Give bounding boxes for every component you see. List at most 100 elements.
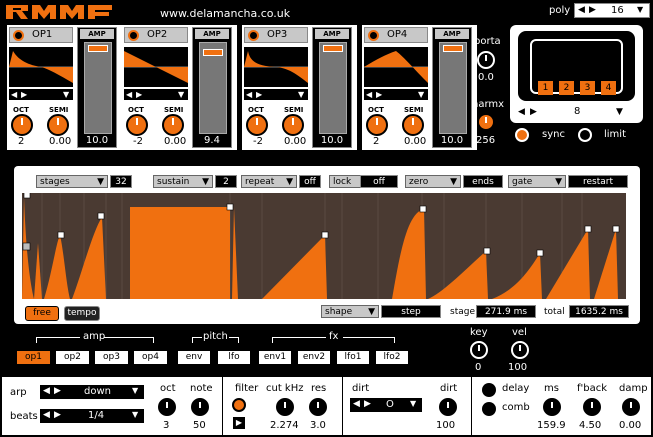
op-header[interactable]: OP2 <box>124 27 188 43</box>
fback-knob[interactable] <box>583 398 601 416</box>
op-enable-toggle[interactable] <box>13 30 24 41</box>
chevron-down-icon[interactable]: ▼ <box>132 386 138 395</box>
amp-slider-thumb[interactable] <box>203 49 223 56</box>
filter-toggle[interactable] <box>232 398 246 412</box>
stage-value[interactable]: 271.9 ms <box>476 305 536 318</box>
amp-button-op1[interactable]: op1 <box>16 350 51 365</box>
prev-icon[interactable]: ◀ <box>246 89 252 100</box>
zero-select[interactable]: zero ▼ <box>405 175 461 188</box>
ms-knob[interactable] <box>543 398 561 416</box>
key-knob[interactable] <box>470 341 488 359</box>
delay-toggle[interactable] <box>482 383 496 397</box>
gate-value[interactable]: restart <box>568 175 628 188</box>
op-waveform-select[interactable]: ◀ ▶ ▼ <box>364 89 428 100</box>
vel-knob[interactable] <box>511 341 529 359</box>
amp-slider[interactable]: AMP 10.0 <box>312 27 352 148</box>
fx-button-lfo1[interactable]: lfo1 <box>336 350 370 365</box>
fx-button-env2[interactable]: env2 <box>297 350 331 365</box>
oct-knob[interactable] <box>11 114 33 136</box>
beats-select[interactable]: ◀ ▶ 1/4 ▼ <box>40 409 144 423</box>
semi-knob[interactable] <box>402 114 424 136</box>
op-waveform-select[interactable]: ◀ ▶ ▼ <box>9 89 73 100</box>
amp-slider-thumb[interactable] <box>88 45 108 52</box>
limit-toggle[interactable] <box>578 128 592 142</box>
poly-next-icon[interactable]: ▶ <box>589 5 596 15</box>
chevron-down-icon[interactable]: ▼ <box>298 89 304 100</box>
op-enable-toggle[interactable] <box>128 30 139 41</box>
lock-value[interactable]: off <box>360 175 398 188</box>
oct-knob[interactable] <box>158 398 176 416</box>
amp-button-op2[interactable]: op2 <box>55 350 90 365</box>
dirt-knob[interactable] <box>439 398 457 416</box>
op-waveform-select[interactable]: ◀ ▶ ▼ <box>124 89 188 100</box>
beats-next-icon[interactable]: ▶ <box>54 410 61 420</box>
total-value[interactable]: 1635.2 ms <box>569 305 629 318</box>
gate-select[interactable]: gate ▼ <box>508 175 566 188</box>
amp-slider[interactable]: AMP 10.0 <box>77 27 117 148</box>
op-enable-toggle[interactable] <box>368 30 379 41</box>
display-button-2[interactable]: 2 <box>559 81 574 95</box>
zero-value[interactable]: ends <box>463 175 503 188</box>
repeat-value[interactable]: off <box>299 175 321 188</box>
free-button[interactable]: free <box>25 306 59 321</box>
tempo-button[interactable]: tempo <box>64 306 100 321</box>
op-header[interactable]: OP3 <box>244 27 308 43</box>
sustain-select[interactable]: sustain ▼ <box>153 175 213 188</box>
envelope-graph[interactable] <box>22 193 626 299</box>
amp-button-op4[interactable]: op4 <box>133 350 168 365</box>
next-icon[interactable]: ▶ <box>136 89 142 100</box>
chevron-down-icon[interactable]: ▼ <box>410 399 416 408</box>
damp-knob[interactable] <box>622 398 640 416</box>
pitch-button-env[interactable]: env <box>177 350 211 365</box>
arp-select[interactable]: ◀ ▶ down ▼ <box>40 385 144 399</box>
dirt-prev-icon[interactable]: ◀ <box>353 399 360 409</box>
next-icon[interactable]: ▶ <box>21 89 27 100</box>
next-icon[interactable]: ▶ <box>376 89 382 100</box>
amp-slider-track[interactable] <box>439 42 467 134</box>
chevron-down-icon[interactable]: ▼ <box>63 89 69 100</box>
amp-slider[interactable]: AMP 10.0 <box>432 27 472 148</box>
cutoff-knob[interactable] <box>276 398 294 416</box>
prev-icon[interactable]: ◀ <box>366 89 372 100</box>
comb-toggle[interactable] <box>482 402 496 416</box>
stages-select[interactable]: stages ▼ <box>36 175 108 188</box>
display-button-3[interactable]: 3 <box>580 81 595 95</box>
chevron-down-icon[interactable]: ▼ <box>132 410 138 419</box>
repeat-select[interactable]: repeat ▼ <box>241 175 297 188</box>
chevron-down-icon[interactable]: ▼ <box>418 89 424 100</box>
fx-button-env1[interactable]: env1 <box>258 350 292 365</box>
sync-toggle[interactable] <box>515 128 529 142</box>
fx-button-lfo2[interactable]: lfo2 <box>375 350 409 365</box>
amp-button-op3[interactable]: op3 <box>94 350 129 365</box>
chevron-down-icon[interactable]: ▼ <box>616 107 623 117</box>
shape-value[interactable]: step <box>381 305 441 318</box>
prev-icon[interactable]: ◀ <box>126 89 132 100</box>
oct-knob[interactable] <box>246 114 268 136</box>
poly-select[interactable]: ◀ ▶ 16 ▼ <box>574 3 650 18</box>
res-knob[interactable] <box>309 398 327 416</box>
pitch-button-lfo[interactable]: lfo <box>217 350 251 365</box>
stages-value[interactable]: 32 <box>110 175 132 188</box>
semi-knob[interactable] <box>162 114 184 136</box>
op-waveform-select[interactable]: ◀ ▶ ▼ <box>244 89 308 100</box>
display-button-1[interactable]: 1 <box>538 81 553 95</box>
harmx-knob[interactable] <box>477 113 495 131</box>
op-header[interactable]: OP4 <box>364 27 428 43</box>
op-enable-toggle[interactable] <box>248 30 259 41</box>
display-next-icon[interactable]: ▶ <box>530 107 537 117</box>
amp-slider-track[interactable] <box>319 42 347 134</box>
amp-slider-track[interactable] <box>199 42 227 134</box>
amp-slider-track[interactable] <box>84 42 112 134</box>
semi-knob[interactable] <box>47 114 69 136</box>
semi-knob[interactable] <box>282 114 304 136</box>
sustain-value[interactable]: 2 <box>215 175 237 188</box>
arp-prev-icon[interactable]: ◀ <box>43 386 50 396</box>
oct-knob[interactable] <box>126 114 148 136</box>
shape-select[interactable]: shape ▼ <box>321 305 379 318</box>
arp-next-icon[interactable]: ▶ <box>54 386 61 396</box>
op-header[interactable]: OP1 <box>9 27 73 43</box>
amp-slider-thumb[interactable] <box>443 45 463 52</box>
beats-prev-icon[interactable]: ◀ <box>43 410 50 420</box>
oct-knob[interactable] <box>366 114 388 136</box>
prev-icon[interactable]: ◀ <box>11 89 17 100</box>
